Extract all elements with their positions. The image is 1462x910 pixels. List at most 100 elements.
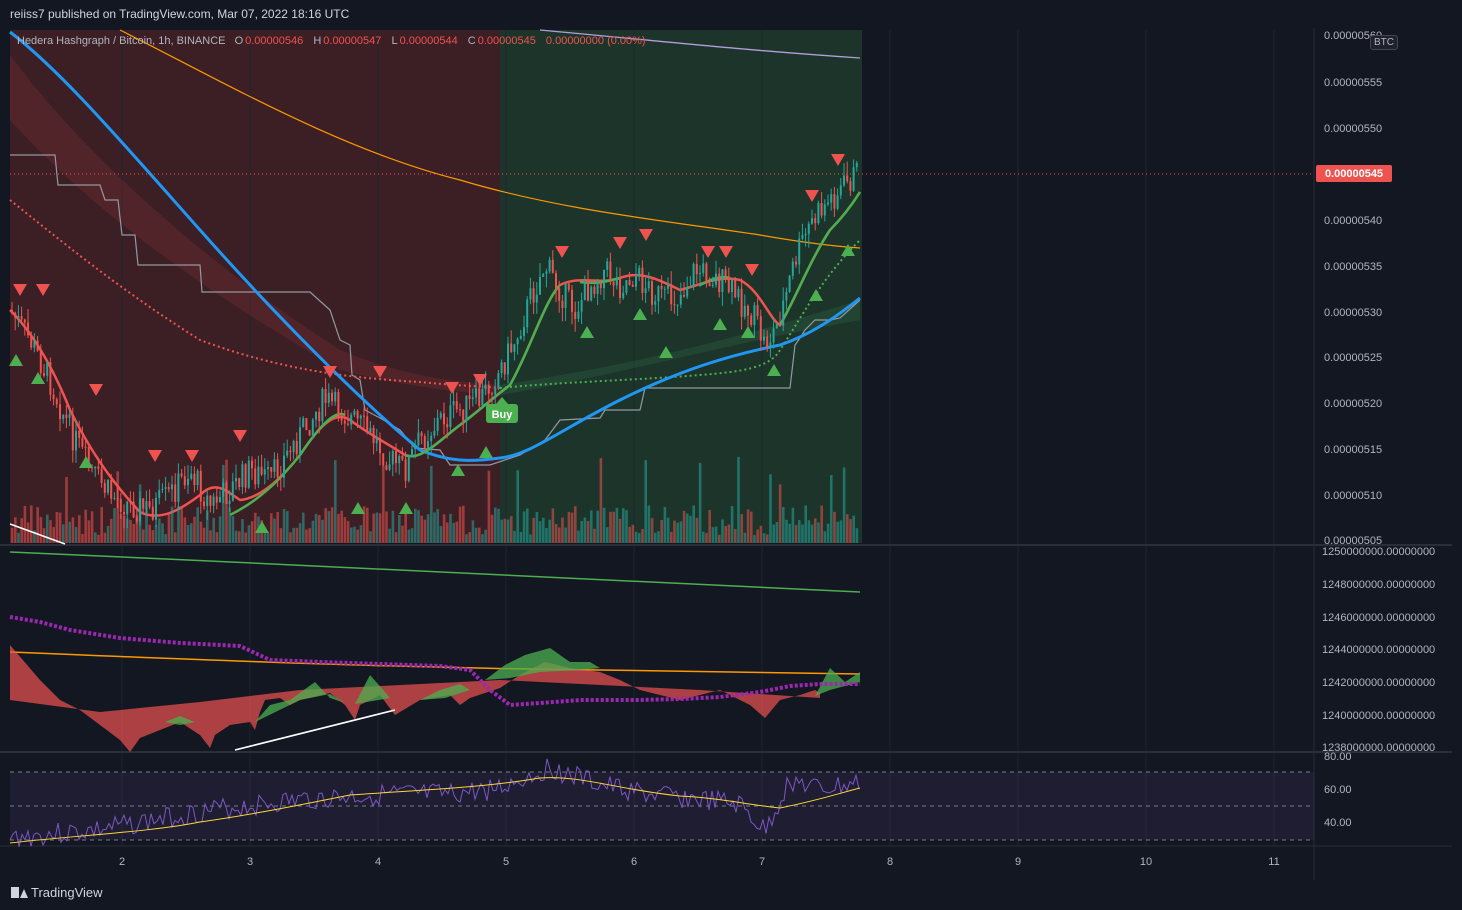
time-tick-label: 10 — [1140, 856, 1152, 868]
time-tick-label: 5 — [503, 856, 509, 868]
volume-bar — [644, 460, 647, 543]
volume-bar — [513, 530, 516, 543]
volume-bar — [183, 517, 187, 543]
volume-bar — [650, 518, 654, 543]
candle-body — [785, 291, 788, 301]
volume-bar — [446, 522, 449, 543]
currency-badge[interactable]: BTC — [1370, 35, 1398, 50]
candle-body — [65, 414, 68, 418]
candle-body — [334, 391, 337, 402]
candle-body — [795, 261, 797, 265]
price-tick-label: 0.00000510 — [1324, 490, 1382, 502]
candle-body — [235, 477, 237, 482]
chart-legend[interactable]: Hedera Hashgraph / Bitcoin, 1h, BINANCE … — [17, 35, 653, 47]
candle-body — [46, 362, 49, 376]
candle-body — [311, 419, 314, 436]
volume-bar — [631, 524, 635, 543]
volume-bar — [519, 531, 523, 543]
rsi-axis[interactable]: 80.00 60.00 40.00 — [1324, 751, 1352, 829]
volume-bar — [81, 533, 84, 543]
volume-bar — [202, 527, 206, 543]
symbol-title[interactable]: Hedera Hashgraph / Bitcoin, 1h, BINANCE — [17, 35, 226, 47]
candle-body — [702, 263, 705, 273]
volume-bar — [340, 510, 343, 543]
volume-bar — [346, 520, 350, 543]
candle-body — [209, 495, 212, 506]
volume-bar — [695, 517, 699, 543]
candle-body — [705, 263, 708, 284]
candle-body — [427, 441, 429, 448]
chart-svg[interactable]: Buy 0.000005600.000005550.000005500.0000… — [0, 28, 1462, 880]
volume-bar — [775, 522, 779, 543]
candle-body — [539, 276, 541, 295]
volume-bar — [423, 519, 427, 543]
volume-bar — [481, 534, 484, 543]
candle-body — [772, 328, 775, 343]
candle-body — [587, 281, 589, 301]
candle-body — [23, 319, 26, 323]
candle-body — [577, 311, 580, 319]
candle-body — [523, 327, 525, 336]
candle-body — [487, 384, 490, 394]
candle-body — [132, 501, 135, 518]
candle-body — [273, 459, 276, 472]
volume-bar — [449, 513, 452, 543]
volume-bar — [487, 470, 491, 543]
candle-body — [644, 288, 647, 294]
volume-bar — [20, 518, 23, 543]
candle-body — [36, 340, 39, 351]
candle-body — [331, 392, 333, 402]
volume-bar — [100, 507, 103, 543]
volume-bar — [330, 507, 334, 543]
candle-body — [737, 288, 740, 298]
candle-body — [532, 288, 535, 303]
candle-body — [526, 299, 529, 328]
candle-body — [791, 261, 794, 276]
volume-bar — [180, 507, 183, 543]
candle-body — [158, 489, 161, 499]
volume-bar — [455, 521, 459, 543]
candle-body — [555, 273, 557, 289]
volume-bar — [641, 528, 644, 543]
candle-body — [164, 487, 167, 489]
candle-body — [183, 476, 186, 486]
high-label: H — [313, 35, 322, 47]
candle-body — [849, 181, 852, 191]
volume-bar — [497, 508, 500, 543]
volume-bar — [772, 524, 775, 543]
candle-body — [782, 300, 785, 326]
volume-bar — [471, 520, 475, 543]
candle-body — [513, 344, 516, 352]
candle-body — [459, 409, 461, 411]
candle-body — [14, 312, 17, 318]
volume-bar — [852, 515, 855, 543]
candle-body — [270, 467, 273, 472]
candle-body — [510, 343, 513, 352]
volume-bar — [826, 523, 830, 543]
candle-body — [347, 423, 349, 425]
candle-body — [305, 418, 308, 431]
candle-body — [295, 441, 298, 455]
low-label: L — [391, 35, 398, 47]
tradingview-logo[interactable]: TradingView — [11, 885, 103, 900]
volume-bar — [833, 511, 836, 543]
candle-body — [433, 430, 436, 436]
volume-bar — [561, 517, 564, 543]
volume-bar — [647, 505, 651, 543]
candle-body — [628, 280, 631, 285]
candle-body — [590, 286, 593, 301]
candle-body — [823, 204, 826, 216]
candle-body — [516, 338, 519, 345]
candle-body — [596, 282, 599, 294]
candle-body — [811, 218, 813, 224]
volume-bar — [836, 521, 839, 543]
volume-bar — [241, 519, 244, 543]
volume-bar — [26, 522, 30, 543]
volume-bar — [154, 525, 158, 543]
candle-body — [491, 393, 493, 395]
volume-bar — [618, 518, 622, 543]
volume-bar — [702, 531, 705, 543]
chart-area[interactable]: Buy 0.00000560 0.00000555 0.00000550 0.0000… — [0, 28, 1462, 880]
volume-bar — [442, 514, 446, 543]
volume-bar — [266, 532, 270, 543]
